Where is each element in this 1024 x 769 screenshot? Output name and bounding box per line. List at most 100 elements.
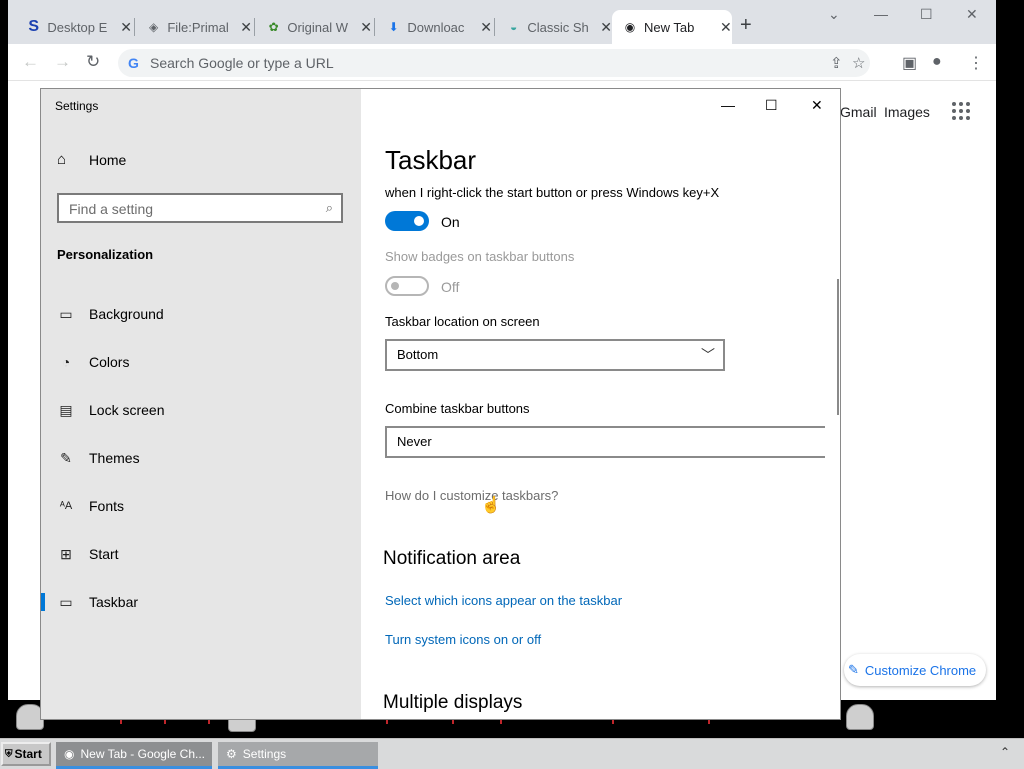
- taskbar-item-label: New Tab - Google Ch...: [80, 747, 205, 761]
- taskbar-icon: ▭: [59, 593, 73, 610]
- reload-button[interactable]: ↻: [86, 52, 100, 72]
- new-tab-button[interactable]: +: [740, 14, 752, 37]
- sidebar-item-label: Colors: [89, 354, 130, 370]
- images-link[interactable]: Images: [884, 104, 930, 120]
- system-icons-link[interactable]: Turn system icons on or off: [385, 632, 541, 647]
- tab-title: Classic Sh: [527, 19, 589, 35]
- gear-icon: ⚙: [226, 747, 237, 761]
- setting-description: when I right-click the start button or p…: [385, 185, 720, 200]
- search-placeholder: Find a setting: [69, 201, 154, 217]
- start-button[interactable]: ⛨ Start: [1, 742, 51, 766]
- nav-home[interactable]: ⌂ Home: [57, 151, 126, 168]
- multiple-displays-title: Multiple displays: [383, 692, 523, 713]
- close-window-button[interactable]: ✕: [811, 97, 823, 114]
- browser-tab[interactable]: ◒ Classic Sh ✕: [496, 10, 612, 44]
- minimize-button[interactable]: —: [721, 97, 735, 113]
- tab-title: Original W: [287, 19, 349, 35]
- sidebar-item-colors[interactable]: ◔ Colors: [41, 347, 361, 377]
- help-link[interactable]: How do I customize taskbars?: [385, 488, 558, 503]
- sidebar-item-lock-screen[interactable]: ▤ Lock screen: [41, 395, 361, 425]
- sidebar-item-label: Taskbar: [89, 594, 139, 610]
- scrollbar[interactable]: [837, 279, 839, 415]
- tab-title: Desktop E: [47, 19, 108, 35]
- tab-separator: [494, 18, 495, 36]
- sidebar-item-themes[interactable]: ✎ Themes: [41, 443, 361, 473]
- share-icon[interactable]: ⇪: [830, 54, 843, 72]
- gmail-link[interactable]: Gmail: [840, 104, 877, 120]
- customize-chrome-button[interactable]: ✎ Customize Chrome: [844, 654, 986, 686]
- sidebar-item-fonts[interactable]: ᴬA Fonts: [41, 491, 361, 521]
- s-logo-icon: S: [28, 18, 39, 35]
- close-window-button[interactable]: ✕: [966, 6, 978, 23]
- google-icon: G: [128, 55, 139, 71]
- close-icon[interactable]: ✕: [360, 19, 372, 36]
- close-icon[interactable]: ✕: [120, 19, 132, 36]
- browser-tab[interactable]: ✿ Original W ✕: [256, 10, 372, 44]
- hand-cursor-icon: ☝: [481, 497, 501, 514]
- badges-toggle[interactable]: [385, 276, 429, 296]
- address-bar-placeholder: Search Google or type a URL: [150, 55, 334, 71]
- page-title: Taskbar: [385, 145, 477, 175]
- start-label: Start: [14, 747, 42, 761]
- lock-screen-icon: ▤: [59, 401, 73, 418]
- maximize-button[interactable]: ☐: [765, 97, 778, 114]
- palette-icon: ◔: [61, 354, 71, 370]
- tab-search-icon[interactable]: ⌄: [828, 6, 840, 23]
- search-icon: ⌕: [325, 200, 333, 215]
- toggle-state-label: Off: [441, 279, 460, 295]
- start-icon: ⊞: [60, 545, 72, 562]
- google-apps-icon[interactable]: [952, 102, 972, 122]
- menu-kebab-icon[interactable]: ⋮: [968, 53, 984, 73]
- sidebar-item-label: Background: [89, 306, 164, 322]
- bookmark-star-icon[interactable]: ☆: [852, 54, 865, 72]
- powershell-toggle[interactable]: [385, 211, 429, 231]
- taskbar-item-label: Settings: [242, 747, 287, 761]
- sidebar-item-start[interactable]: ⊞ Start: [41, 539, 361, 569]
- address-bar[interactable]: G Search Google or type a URL ⇪ ☆: [118, 49, 870, 77]
- dropdown-value: Bottom: [397, 347, 439, 362]
- notification-area-title: Notification area: [383, 548, 521, 569]
- sidebar-item-label: Start: [89, 546, 119, 562]
- browser-tab-active[interactable]: ◉ New Tab ✕: [612, 10, 732, 44]
- search-input[interactable]: Find a setting ⌕: [57, 193, 343, 223]
- tab-title: Downloac: [407, 19, 465, 35]
- chrome-tab-strip: S Desktop E ✕ ◈ File:Primal ✕ ✿ Original…: [8, 0, 996, 44]
- chevron-down-icon: ﹀: [701, 347, 715, 363]
- location-dropdown[interactable]: Bottom ﹀: [385, 339, 725, 371]
- toggle-knob: [391, 282, 399, 290]
- notification-chevron-icon[interactable]: ⌃: [1000, 745, 1010, 759]
- select-icons-link[interactable]: Select which icons appear on the taskbar: [385, 593, 622, 608]
- close-icon[interactable]: ✕: [600, 19, 612, 36]
- close-icon[interactable]: ✕: [720, 19, 732, 36]
- download-icon: ⬇: [388, 20, 399, 34]
- profile-avatar-icon[interactable]: ●: [932, 53, 942, 71]
- close-icon[interactable]: ✕: [240, 19, 252, 36]
- tab-separator: [254, 18, 255, 36]
- close-icon[interactable]: ✕: [480, 19, 492, 36]
- side-panel-icon[interactable]: ▣: [902, 53, 917, 73]
- sidebar-item-taskbar[interactable]: ▭ Taskbar: [41, 587, 361, 617]
- sidebar-item-label: Lock screen: [89, 402, 165, 418]
- combine-dropdown[interactable]: Never: [385, 426, 825, 458]
- browser-tab[interactable]: ⬇ Downloac ✕: [376, 10, 492, 44]
- home-icon: ⌂: [57, 151, 67, 168]
- taskbar: ⛨ Start ◉ New Tab - Google Ch... ⚙ Setti…: [0, 738, 1024, 769]
- back-button[interactable]: ←: [22, 52, 39, 72]
- browser-tab[interactable]: S Desktop E ✕: [16, 10, 132, 44]
- window-title: Settings: [55, 99, 99, 113]
- settings-content: — ☐ ✕ Taskbar when I right-click the sta…: [361, 89, 840, 719]
- taskbar-item-settings[interactable]: ⚙ Settings: [218, 742, 378, 769]
- settings-sidebar: Settings ⌂ Home Find a setting ⌕ Persona…: [41, 89, 361, 719]
- combine-label: Combine taskbar buttons: [385, 401, 530, 416]
- chrome-toolbar: ← → ↻ G Search Google or type a URL ⇪ ☆ …: [8, 44, 996, 81]
- maximize-button[interactable]: ☐: [920, 6, 933, 23]
- sidebar-item-background[interactable]: ▭ Background: [41, 299, 361, 329]
- taskbar-item-chrome[interactable]: ◉ New Tab - Google Ch...: [56, 742, 212, 769]
- browser-tab[interactable]: ◈ File:Primal ✕: [136, 10, 252, 44]
- pencil-icon: ✎: [848, 662, 859, 677]
- minimize-button[interactable]: —: [874, 6, 888, 22]
- forward-button[interactable]: →: [54, 52, 71, 72]
- nav-section-title: Personalization: [57, 247, 154, 262]
- start-logo-icon: ⛨: [5, 748, 13, 760]
- image-icon: ▭: [59, 305, 73, 322]
